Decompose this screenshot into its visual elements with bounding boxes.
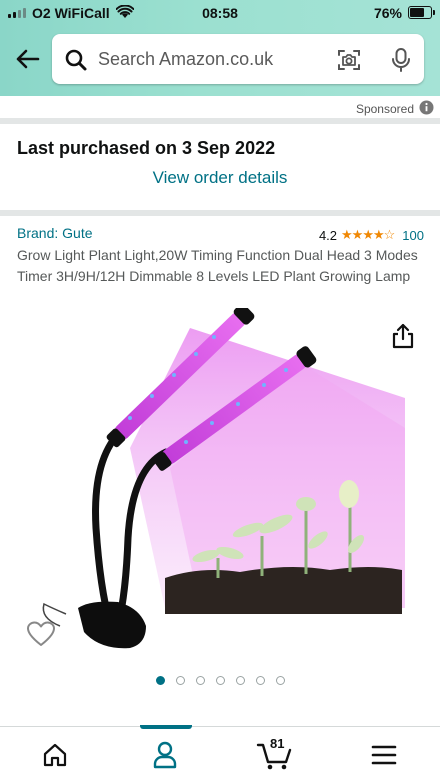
star-icon: ★: [362, 227, 374, 242]
carousel-dot[interactable]: [155, 676, 165, 685]
account-icon[interactable]: [150, 740, 180, 770]
bottom-navigation: 81: [0, 725, 440, 783]
star-rating-icon: ★ ★ ★ ★ ☆: [341, 227, 396, 243]
product-image[interactable]: [0, 308, 440, 668]
review-count[interactable]: 100: [402, 228, 424, 243]
last-purchased-title: Last purchased on 3 Sep 2022: [17, 138, 276, 158]
rating-value: 4.2: [318, 227, 338, 243]
star-icon: ★: [341, 227, 353, 242]
cart-count: 81: [270, 736, 285, 751]
product-rating[interactable]: 4.2 ★ ★ ★ ★ ☆ 100: [319, 227, 424, 243]
brand-link[interactable]: Brand: Gute: [17, 225, 93, 241]
divider: [0, 118, 440, 124]
menu-icon[interactable]: [371, 744, 397, 766]
active-tab-indicator: [140, 725, 192, 729]
star-icon: ★: [372, 227, 385, 242]
search-bar[interactable]: Search Amazon.co.uk: [52, 34, 424, 84]
battery-percent: 76%: [373, 5, 402, 21]
search-input[interactable]: Search Amazon.co.uk: [98, 49, 273, 70]
home-icon[interactable]: [42, 742, 68, 768]
info-icon[interactable]: [419, 100, 434, 115]
search-icon: [65, 49, 87, 71]
carousel-dot[interactable]: [235, 676, 245, 685]
carousel-dot[interactable]: [195, 676, 205, 685]
carousel-dot[interactable]: [175, 676, 185, 685]
camera-icon[interactable]: [336, 47, 362, 73]
image-carousel-indicator: [0, 676, 440, 685]
battery-icon: [408, 6, 435, 19]
back-arrow-icon[interactable]: [12, 44, 42, 74]
heart-icon[interactable]: [26, 620, 56, 648]
star-icon: ★: [351, 227, 364, 242]
product-title[interactable]: Grow Light Plant Light,20W Timing Functi…: [17, 245, 427, 287]
microphone-icon[interactable]: [390, 47, 412, 73]
sponsored-label: Sponsored: [355, 102, 414, 116]
carousel-dot[interactable]: [255, 676, 265, 685]
star-icon: ☆: [383, 227, 396, 242]
divider: [0, 210, 440, 216]
share-icon[interactable]: [389, 322, 417, 350]
carousel-dot[interactable]: [215, 676, 225, 685]
view-order-details-link[interactable]: View order details: [0, 168, 440, 188]
status-bar: O2 WiFiCall 08:58 76%: [0, 0, 440, 28]
header: O2 WiFiCall 08:58 76% Search Amazon.co.u…: [0, 0, 440, 96]
carousel-dot[interactable]: [275, 676, 285, 685]
